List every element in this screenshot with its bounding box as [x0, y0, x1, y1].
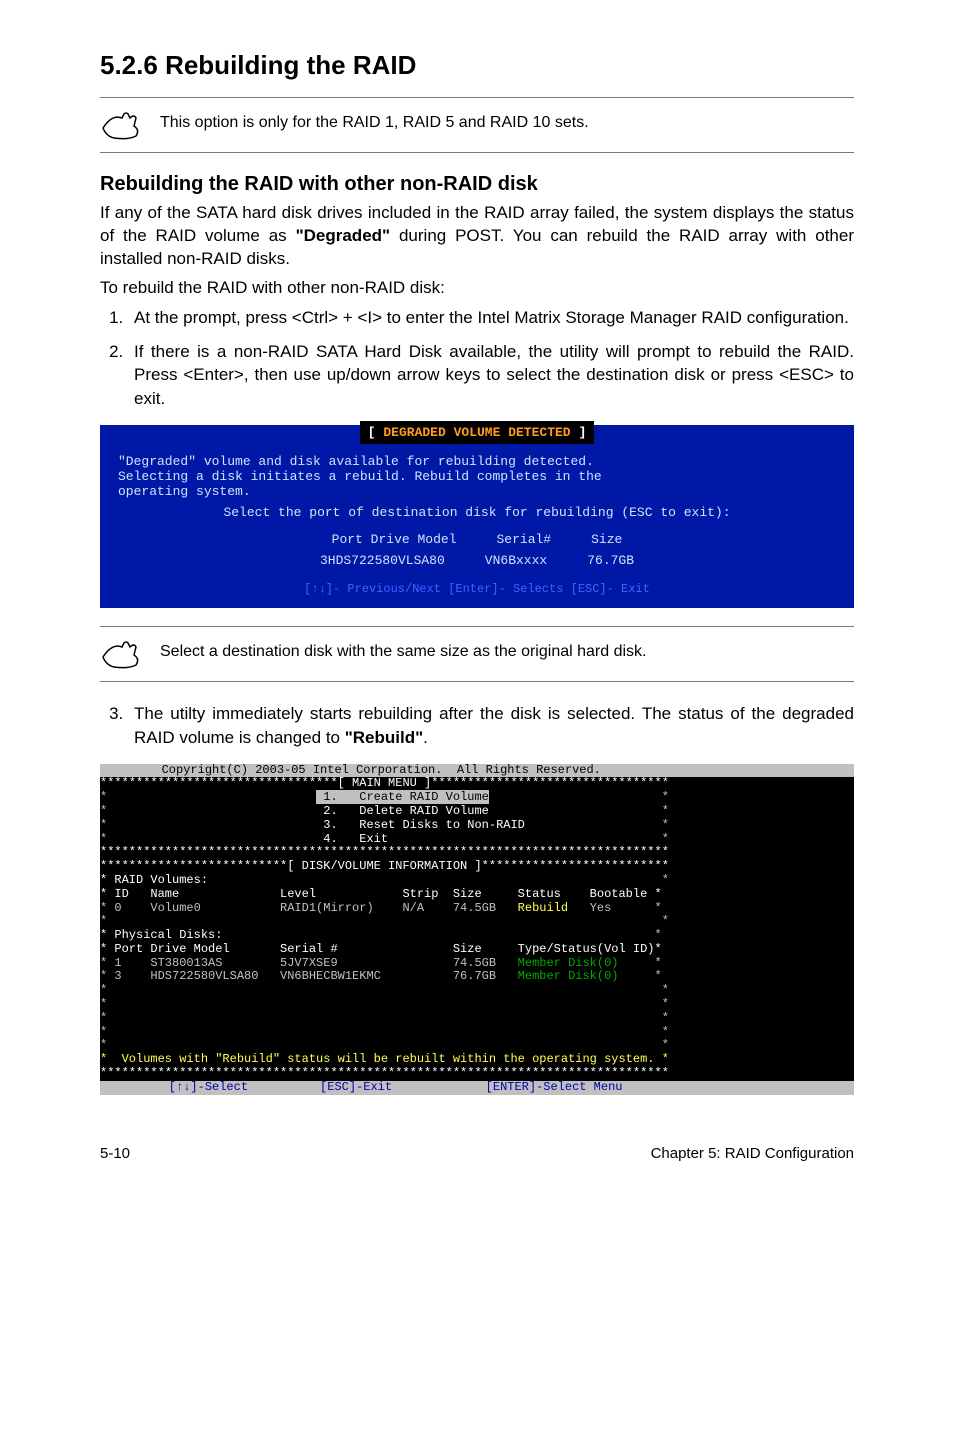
term-header-row: Port Drive Model Serial# Size — [118, 532, 836, 547]
term-line-1: "Degraded" volume and disk available for… — [118, 454, 836, 469]
bios-phy-cols: * Port Drive Model Serial # Size Type/St… — [100, 942, 662, 956]
hdr-size: Size — [591, 532, 622, 547]
section-title-text: Rebuilding the RAID — [165, 50, 416, 80]
bios-border-2: ****************************************… — [100, 1066, 669, 1080]
bios-status-rebuild: Rebuild — [518, 901, 568, 915]
section-title: 5.2.6 Rebuilding the RAID — [100, 50, 854, 81]
steps-list-cont: The utilty immediately starts rebuilding… — [100, 702, 854, 750]
step-2: If there is a non-RAID SATA Hard Disk av… — [128, 340, 854, 411]
bios-menu-exit: 4. Exit — [316, 832, 388, 846]
note-hand-icon — [100, 637, 144, 671]
bios-menu-delete: 2. Delete RAID Volume — [316, 804, 489, 818]
bios-member-1: Member Disk(0) — [518, 956, 619, 970]
footer-chapter: Chapter 5: RAID Configuration — [651, 1145, 854, 1162]
term-data-row: 3HDS722580VLSA80 VN6Bxxxx 76.7GB — [118, 553, 836, 568]
step3-a: The utilty immediately starts rebuilding… — [134, 704, 854, 747]
note-text: This option is only for the RAID 1, RAID… — [160, 108, 589, 134]
bios-menu-reset: 3. Reset Disks to Non-RAID — [316, 818, 525, 832]
bios-border-1: ****************************************… — [100, 845, 669, 859]
note-box-1: This option is only for the RAID 1, RAID… — [100, 97, 854, 153]
bios-menu-create: 1. Create RAID Volume — [316, 790, 489, 804]
bios-warn: * Volumes with "Rebuild" status will be … — [100, 1052, 669, 1066]
degraded-volume-terminal: [DEGRADED VOLUME DETECTED] "Degraded" vo… — [100, 425, 854, 608]
term-line-4: Select the port of destination disk for … — [118, 505, 836, 520]
step-1: At the prompt, press <Ctrl> + <I> to ent… — [128, 306, 854, 330]
footer-page-number: 5-10 — [100, 1145, 130, 1162]
bios-vol-cols: * ID Name Level Strip Size Status Bootab… — [100, 887, 662, 901]
bios-vol-header: * RAID Volumes: — [100, 873, 208, 887]
bios-info-border: **************************[ DISK/VOLUME … — [100, 859, 669, 873]
term-line-3: operating system. — [118, 484, 836, 499]
title-text: DEGRADED VOLUME DETECTED — [375, 423, 578, 442]
paragraph-1: If any of the SATA hard disk drives incl… — [100, 202, 854, 271]
bios-member-2: Member Disk(0) — [518, 969, 619, 983]
note-text-2: Select a destination disk with the same … — [160, 637, 646, 663]
term-line-2: Selecting a disk initiates a rebuild. Re… — [118, 469, 836, 484]
row-port: 3HDS722580VLSA80 — [320, 553, 445, 568]
hdr-port: Port Drive Model — [332, 532, 457, 547]
note-box-2: Select a destination disk with the same … — [100, 626, 854, 682]
step-3: The utilty immediately starts rebuilding… — [128, 702, 854, 750]
row-size: 76.7GB — [587, 553, 634, 568]
hdr-serial: Serial# — [497, 532, 552, 547]
page-footer: 5-10 Chapter 5: RAID Configuration — [100, 1145, 854, 1192]
paragraph-2: To rebuild the RAID with other non-RAID … — [100, 277, 854, 300]
section-number: 5.2.6 — [100, 50, 158, 80]
step3-bold: "Rebuild" — [345, 728, 423, 747]
row-serial: VN6Bxxxx — [485, 553, 547, 568]
p1-bold: "Degraded" — [296, 226, 391, 245]
bios-copyright: Copyright(C) 2003-05 Intel Corporation. … — [100, 764, 854, 778]
term-hint: [↑↓]- Previous/Next [Enter]- Selects [ES… — [118, 582, 836, 596]
bios-bottombar: [↑↓]-Select [ESC]-Exit [ENTER]-Select Me… — [100, 1081, 854, 1095]
bios-phy-header: * Physical Disks: — [100, 928, 222, 942]
bios-screenshot: Copyright(C) 2003-05 Intel Corporation. … — [100, 764, 854, 1095]
bios-menu-border: *********************************[ MAIN … — [100, 776, 669, 790]
subheading: Rebuilding the RAID with other non-RAID … — [100, 173, 854, 196]
steps-list: At the prompt, press <Ctrl> + <I> to ent… — [100, 306, 854, 411]
note-hand-icon — [100, 108, 144, 142]
title-bracket-r: ] — [579, 425, 587, 440]
title-bracket-l: [ — [368, 425, 376, 440]
terminal-titlebar: [DEGRADED VOLUME DETECTED] — [118, 421, 836, 444]
step3-b: . — [423, 728, 428, 747]
